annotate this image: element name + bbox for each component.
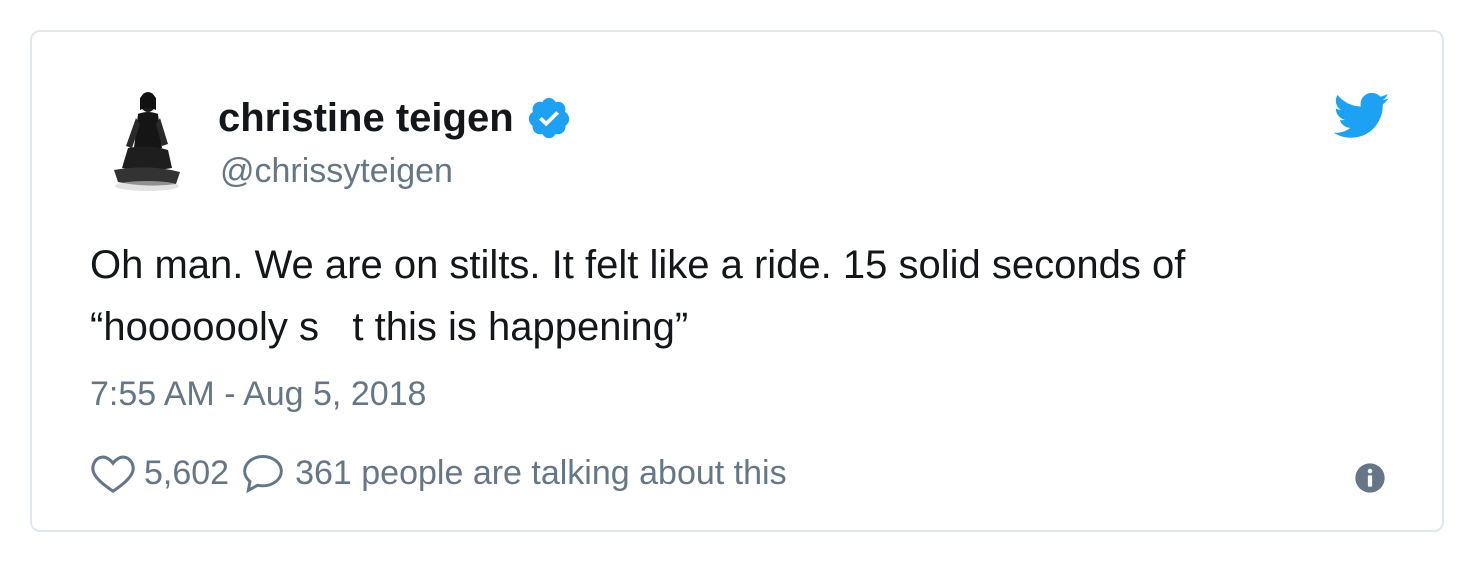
twitter-bird-icon[interactable] xyxy=(1334,92,1390,140)
author-handle[interactable]: @chrissyteigen xyxy=(220,150,453,192)
avatar[interactable] xyxy=(102,88,192,194)
speech-bubble-icon[interactable] xyxy=(241,452,285,494)
author-name-row: christine teigen xyxy=(218,92,572,144)
tweet-card: christine teigen @chrissyteigen Oh man. … xyxy=(30,30,1444,532)
info-icon[interactable] xyxy=(1354,462,1386,494)
talking-about-link[interactable]: 361 people are talking about this xyxy=(295,450,786,496)
action-row: 5,602 361 people are talking about this xyxy=(90,450,787,496)
timestamp[interactable]: 7:55 AM - Aug 5, 2018 xyxy=(90,372,426,416)
heart-icon[interactable] xyxy=(90,452,136,494)
like-count: 5,602 xyxy=(144,454,230,492)
tweet-text: Oh man. We are on stilts. It felt like a… xyxy=(90,243,1186,349)
author-name[interactable]: christine teigen xyxy=(218,92,514,144)
verified-badge-icon xyxy=(528,97,569,139)
